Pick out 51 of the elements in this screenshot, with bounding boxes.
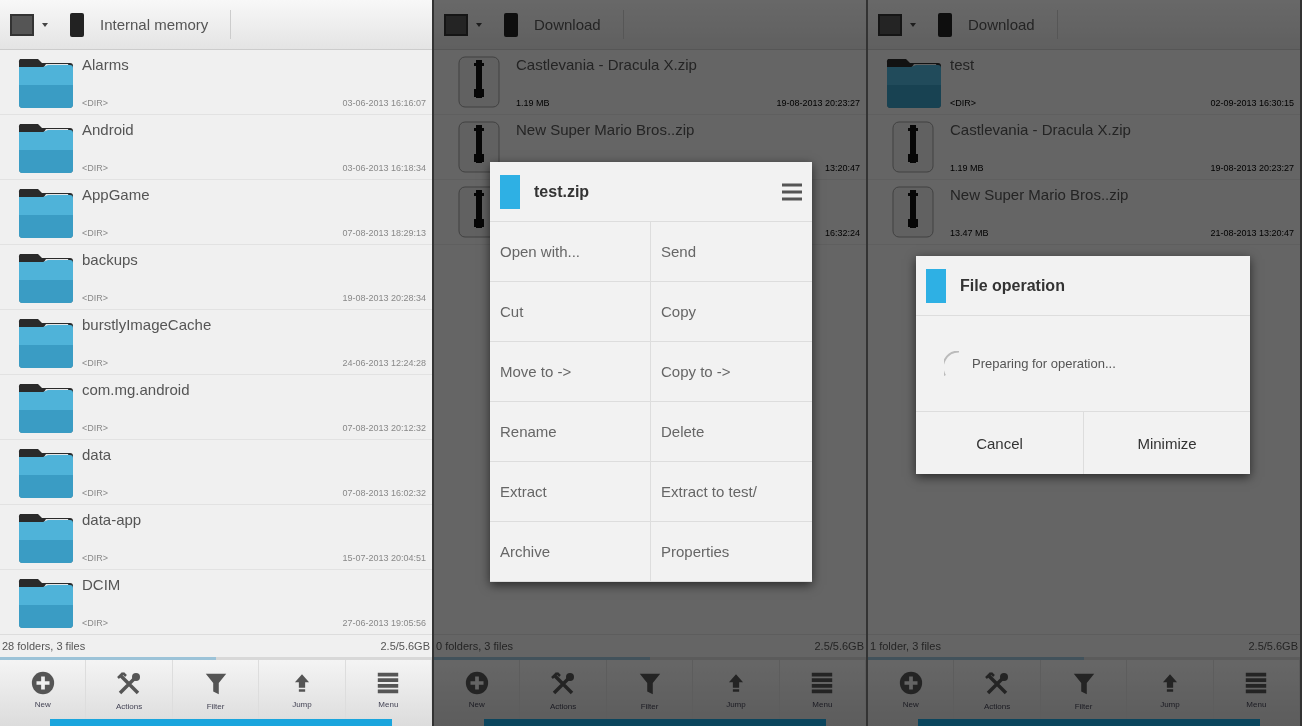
file-date: 07-08-2013 16:02:32 — [342, 488, 426, 498]
dialog-message: Preparing for operation... — [972, 356, 1116, 371]
file-name: Android — [82, 121, 135, 138]
file-size: <DIR> — [82, 423, 108, 433]
file-size: 13.47 MB — [950, 228, 989, 238]
dialog-title: test.zip — [534, 182, 591, 201]
dialog-title: File operation — [960, 276, 1066, 295]
file-date: 19-08-2013 20:28:34 — [342, 293, 426, 303]
file-name: com.mg.android — [82, 381, 191, 398]
item-count: 28 folders, 3 files — [2, 640, 86, 652]
file-name: Castlevania - Dracula X.zip — [516, 56, 698, 73]
file-date: 19-08-2013 20:23:27 — [1210, 163, 1294, 173]
file-name: burstlyImageCache — [82, 316, 213, 333]
storage-usage: 2.5/5.6GB — [1248, 640, 1298, 652]
file-date: 02-09-2013 16:30:15 — [1210, 98, 1294, 108]
file-size: <DIR> — [82, 618, 108, 628]
file-name: DCIM — [82, 576, 122, 593]
item-count: 1 folder, 3 files — [870, 640, 941, 652]
file-date: 15-07-2013 20:04:51 — [342, 553, 426, 563]
file-date: 24-06-2013 12:24:28 — [342, 358, 426, 368]
file-name: New Super Mario Bros..zip — [516, 121, 696, 138]
storage-usage: 2.5/5.6GB — [380, 640, 430, 652]
file-name: backups — [82, 251, 139, 268]
file-size: <DIR> — [82, 358, 108, 368]
file-size: <DIR> — [82, 98, 108, 108]
file-date: 03-06-2013 16:16:07 — [342, 98, 426, 108]
file-size: 1.19 MB — [516, 98, 550, 108]
file-date: 27-06-2013 19:05:56 — [342, 618, 426, 628]
file-date: 07-08-2013 20:12:32 — [342, 423, 426, 433]
file-name: data-app — [82, 511, 143, 528]
file-date: 16:32:24 — [824, 228, 860, 238]
file-name: AppGame — [82, 186, 151, 203]
file-size: <DIR> — [82, 163, 108, 173]
file-name: Alarms — [82, 56, 130, 73]
file-date: 13:20:47 — [824, 163, 860, 173]
file-size: <DIR> — [82, 553, 108, 563]
file-size: <DIR> — [82, 228, 108, 238]
storage-usage: 2.5/5.6GB — [814, 640, 864, 652]
file-date: 21-08-2013 13:20:47 — [1210, 228, 1294, 238]
file-date: 19-08-2013 20:23:27 — [776, 98, 860, 108]
item-count: 0 folders, 3 files — [436, 640, 514, 652]
file-name: Castlevania - Dracula X.zip — [950, 121, 1132, 138]
file-date: 07-08-2013 18:29:13 — [342, 228, 426, 238]
file-date: 03-06-2013 16:18:34 — [342, 163, 426, 173]
file-size: 1.19 MB — [950, 163, 984, 173]
file-size: <DIR> — [950, 98, 976, 108]
file-size: <DIR> — [82, 488, 108, 498]
file-name: data — [82, 446, 113, 463]
file-size: <DIR> — [82, 293, 108, 303]
file-name: New Super Mario Bros..zip — [950, 186, 1130, 203]
file-name: test — [950, 56, 976, 73]
